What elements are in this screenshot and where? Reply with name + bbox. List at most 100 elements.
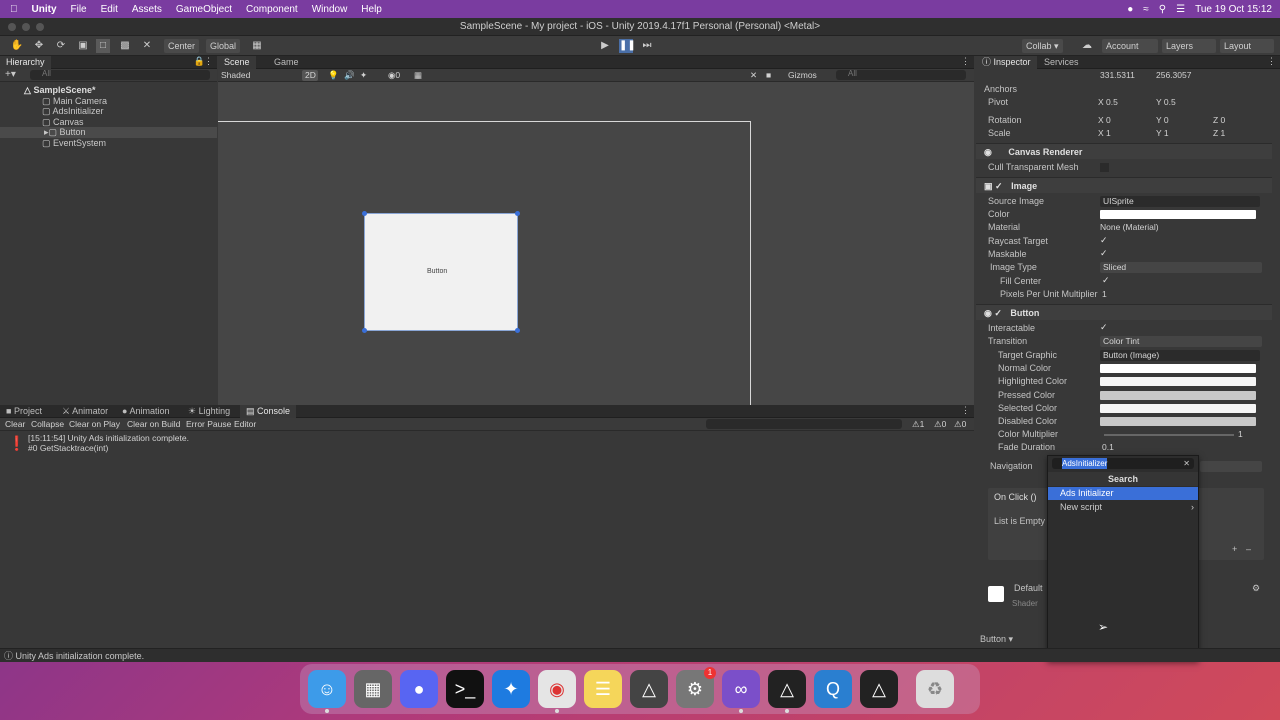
discord-icon[interactable]: ●	[400, 670, 438, 708]
ui-button-preview[interactable]: Button	[362, 211, 520, 333]
tools-icon[interactable]: ✕	[750, 70, 757, 81]
step-icon[interactable]: ⏭	[640, 39, 654, 53]
tab-inspector[interactable]: ⓘ Inspector	[976, 56, 1037, 69]
component-image[interactable]: ▣ ✓ Image	[976, 177, 1272, 193]
record-icon[interactable]: ●	[1127, 4, 1133, 15]
system-preferences-icon[interactable]: ⚙ 1	[676, 667, 716, 708]
tab-services[interactable]: Services	[1038, 56, 1085, 69]
menu-help[interactable]: Help	[361, 4, 382, 15]
tab-game[interactable]: Game	[268, 56, 305, 69]
pivot-global-button[interactable]: Global	[206, 39, 241, 53]
image-color-swatch[interactable]	[1100, 210, 1256, 219]
hierarchy-item[interactable]: ▢ EventSystem	[42, 138, 106, 149]
width-value[interactable]: 331.5311	[1100, 70, 1135, 81]
launchpad-icon[interactable]: ▦	[354, 670, 392, 708]
hierarchy-item[interactable]: ▢ AdsInitializer	[42, 106, 104, 117]
menu-dots-icon[interactable]: ⋮	[1267, 56, 1276, 67]
tab-scene[interactable]: Scene	[218, 56, 256, 69]
warning-count-button[interactable]: ⚠0	[934, 419, 946, 430]
highlighted-color-swatch[interactable]	[1100, 377, 1256, 386]
pivot-y-field[interactable]: Y 0.5	[1156, 97, 1176, 108]
camera-icon[interactable]: ■	[766, 70, 771, 81]
search-icon[interactable]: ⚲	[1159, 4, 1166, 15]
transform-tool-icon[interactable]: ▩	[118, 39, 132, 53]
lighting-icon[interactable]: 💡	[328, 70, 339, 81]
2d-toggle[interactable]: 2D	[302, 70, 318, 81]
menu-gameobject[interactable]: GameObject	[176, 4, 232, 15]
cull-checkbox[interactable]	[1100, 163, 1109, 172]
scale-z-field[interactable]: Z 1	[1213, 128, 1225, 139]
error-count-button[interactable]: ⚠0	[954, 419, 966, 430]
finder-icon[interactable]: ☺	[308, 670, 346, 713]
rect-tool-icon[interactable]: □	[96, 39, 110, 53]
quicktime-icon[interactable]: Q	[814, 670, 852, 708]
popup-item-new-script[interactable]: New script ›	[1048, 501, 1198, 514]
menu-dots-icon[interactable]: ⋮	[204, 56, 213, 67]
tab-lighting[interactable]: ☀ Lighting	[182, 405, 236, 418]
rotation-x-field[interactable]: X 0	[1098, 115, 1111, 126]
multiplier-slider[interactable]	[1104, 434, 1234, 436]
unity-icon[interactable]: △	[768, 670, 806, 713]
clear-on-build-button[interactable]: Clear on Build	[127, 419, 180, 430]
error-pause-button[interactable]: Error Pause	[186, 419, 231, 430]
tab-console[interactable]: ▤ Console	[240, 405, 297, 418]
anchors-foldout[interactable]: Anchors	[984, 84, 1017, 95]
rotation-y-field[interactable]: Y 0	[1156, 115, 1169, 126]
rotate-tool-icon[interactable]: ⟳	[54, 39, 68, 53]
clock[interactable]: Tue 19 Oct 15:12	[1195, 4, 1272, 15]
menu-dots-icon[interactable]: ⋮	[961, 405, 970, 416]
popup-item-ads-initializer[interactable]: Ads Initializer	[1048, 487, 1198, 500]
menu-window[interactable]: Window	[312, 4, 348, 15]
raycast-checkbox[interactable]: ✓	[1100, 236, 1109, 245]
pivot-center-button[interactable]: Center	[164, 39, 200, 53]
tab-animator[interactable]: ⚔ Animator	[56, 405, 114, 418]
component-button[interactable]: ◉ ✓ Button	[976, 304, 1272, 320]
layout-dropdown[interactable]: Layout	[1220, 39, 1274, 53]
pivot-x-field[interactable]: X 0.5	[1098, 97, 1118, 108]
menu-assets[interactable]: Assets	[132, 4, 162, 15]
control-center-icon[interactable]: ☰	[1176, 4, 1185, 15]
pause-icon[interactable]: ❚❚	[619, 39, 636, 53]
editor-dropdown[interactable]: Editor	[234, 419, 256, 430]
unity-hub-icon[interactable]: △	[630, 670, 668, 708]
interactable-checkbox[interactable]: ✓	[1100, 323, 1109, 332]
hidden-layers-icon[interactable]: ◉0	[388, 70, 400, 81]
scale-y-field[interactable]: Y 1	[1156, 128, 1169, 139]
add-event-button[interactable]: +	[1232, 544, 1237, 555]
console-search-input[interactable]	[706, 419, 902, 429]
popup-search-input[interactable]: AdsInitializer ✕	[1052, 458, 1194, 469]
height-value[interactable]: 256.3057	[1156, 70, 1191, 81]
menu-app-unity[interactable]: Unity	[32, 4, 57, 15]
scene-search-input[interactable]: All	[836, 69, 966, 80]
safari-icon[interactable]: ✦	[492, 670, 530, 708]
maskable-checkbox[interactable]: ✓	[1100, 249, 1109, 258]
source-image-field[interactable]: UISprite	[1100, 196, 1260, 207]
play-icon[interactable]: ▶	[598, 39, 612, 53]
log-count-button[interactable]: ⚠1	[912, 419, 924, 430]
hand-tool-icon[interactable]: ✋	[10, 39, 24, 53]
menu-dots-icon[interactable]: ⋮	[961, 56, 970, 67]
collab-button[interactable]: Collab ▾	[1022, 39, 1063, 53]
visual-studio-icon[interactable]: ∞	[722, 670, 760, 713]
custom-tool-icon[interactable]: ✕	[140, 39, 154, 53]
shading-mode-dropdown[interactable]: Shaded	[221, 70, 250, 81]
navigation-dropdown[interactable]	[1200, 461, 1262, 472]
terminal-icon[interactable]: >_	[446, 670, 484, 708]
tab-project[interactable]: ■ Project	[0, 405, 48, 418]
menu-edit[interactable]: Edit	[101, 4, 118, 15]
preview-dropdown[interactable]: Button ▾	[980, 634, 1013, 645]
target-graphic-field[interactable]: Button (Image)	[1100, 350, 1260, 361]
image-type-dropdown[interactable]: Sliced	[1100, 262, 1262, 273]
collapse-button[interactable]: Collapse	[31, 419, 64, 430]
scale-x-field[interactable]: X 1	[1098, 128, 1111, 139]
gizmos-dropdown[interactable]: Gizmos	[788, 70, 817, 81]
unity-icon-2[interactable]: △	[860, 670, 898, 708]
pressed-color-swatch[interactable]	[1100, 391, 1256, 400]
fill-center-checkbox[interactable]: ✓	[1102, 276, 1111, 285]
ppu-field[interactable]: 1	[1102, 289, 1107, 300]
fade-duration-field[interactable]: 0.1	[1102, 442, 1114, 453]
clear-button[interactable]: Clear	[5, 419, 25, 430]
chrome-icon[interactable]: ◉	[538, 670, 576, 713]
window-controls[interactable]	[8, 23, 44, 31]
wifi-icon[interactable]: ≈	[1143, 4, 1149, 15]
